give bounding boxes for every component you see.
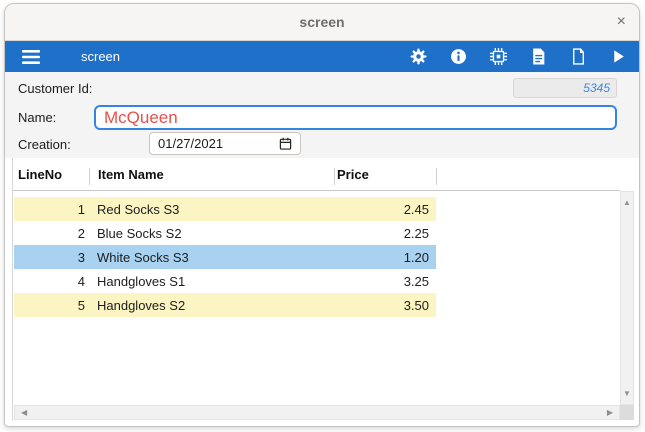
scrollbar-corner [620,405,634,420]
items-table: LineNo Item Name Price 1 Red Socks S3 2.… [12,158,634,421]
customer-id-label: Customer Id: [18,81,93,96]
titlebar: screen × [5,4,639,41]
table-body: 1 Red Socks S3 2.45 2 Blue Socks S2 2.25… [14,197,436,317]
scroll-down-icon[interactable]: ▼ [623,390,631,398]
name-input[interactable] [94,105,617,130]
window-title: screen [299,14,345,30]
customer-id-field[interactable]: 5345 [513,78,617,98]
horizontal-scrollbar[interactable]: ◀ ▶ [14,405,620,420]
scroll-right-icon[interactable]: ▶ [607,409,613,417]
menu-icon[interactable] [22,50,40,64]
document-text-icon[interactable] [530,48,547,65]
info-icon[interactable] [450,48,467,65]
cell-price: 2.25 [403,225,429,241]
creation-date-value: 01/27/2021 [158,136,224,151]
close-icon[interactable]: × [617,12,626,32]
name-label: Name: [18,110,57,125]
column-header-lineno[interactable]: LineNo [18,167,62,182]
cell-itemname: Red Socks S3 [97,201,180,217]
cell-lineno: 1 [77,201,85,217]
scroll-up-icon[interactable]: ▲ [623,199,631,207]
cell-lineno: 5 [77,297,85,313]
form-panel: Customer Id: 5345 Name: Creation: 01/27/… [5,72,639,158]
table-row[interactable]: 5 Handgloves S2 3.50 [14,293,436,317]
table-row[interactable]: 4 Handgloves S1 3.25 [14,269,436,293]
table-header: LineNo Item Name Price [13,158,620,191]
scroll-left-icon[interactable]: ◀ [21,409,27,417]
document-new-icon[interactable] [570,48,587,65]
table-row[interactable]: 2 Blue Socks S2 2.25 [14,221,436,245]
table-row[interactable]: 1 Red Socks S3 2.45 [14,197,436,221]
toolbar: screen [5,41,639,72]
app-window: screen × screen Customer Id: 5345 Name: … [4,3,640,427]
column-divider [436,168,437,185]
cell-itemname: Blue Socks S2 [97,225,182,241]
creation-label: Creation: [18,137,71,152]
cell-price: 3.50 [403,297,429,313]
column-divider [89,168,90,185]
table-row-selected[interactable]: 3 White Socks S3 1.20 [14,245,436,269]
column-divider [334,168,335,185]
cell-price: 2.45 [403,201,429,217]
cell-price: 3.25 [403,273,429,289]
cell-lineno: 4 [77,273,85,289]
creation-date-input[interactable]: 01/27/2021 [149,132,301,155]
toolbar-actions [410,41,627,72]
cell-lineno: 2 [77,225,85,241]
cell-itemname: Handgloves S1 [97,273,186,289]
cell-itemname: Handgloves S2 [97,297,186,313]
settings-gear-icon[interactable] [410,48,427,65]
cell-itemname: White Socks S3 [97,249,189,265]
cell-lineno: 3 [77,249,85,265]
debug-chip-icon[interactable] [490,48,507,65]
calendar-icon[interactable] [279,137,292,150]
cell-price: 1.20 [403,249,429,265]
column-header-itemname[interactable]: Item Name [98,167,164,182]
vertical-scrollbar[interactable]: ▲ ▼ [620,191,634,405]
column-header-price[interactable]: Price [337,167,369,182]
run-play-icon[interactable] [610,48,627,65]
toolbar-title: screen [81,49,121,64]
